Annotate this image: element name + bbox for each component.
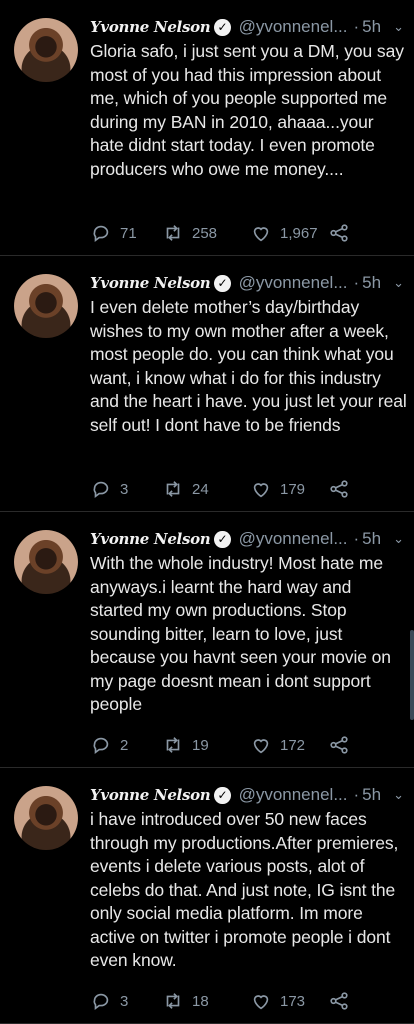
heart-icon (253, 739, 269, 754)
share-button[interactable] (328, 478, 350, 500)
chevron-down-icon[interactable]: ⌄ (393, 531, 404, 547)
like-count: 172 (280, 736, 306, 754)
scrollbar-thumb[interactable] (410, 630, 414, 720)
display-name[interactable]: Yvonne Nelson (90, 530, 211, 548)
heart-icon (253, 995, 269, 1010)
reply-icon (93, 737, 109, 754)
share-icon (330, 224, 348, 242)
retweet-icon (166, 993, 180, 1009)
share-icon (330, 992, 348, 1010)
heart-icon (253, 483, 269, 498)
timestamp[interactable]: 5h (362, 529, 381, 549)
share-button[interactable] (328, 734, 350, 756)
avatar[interactable] (14, 274, 78, 338)
display-name[interactable]: Yvonne Nelson (90, 18, 211, 36)
retweet-count: 18 (192, 992, 209, 1010)
reply-icon (93, 225, 109, 242)
like-count: 173 (280, 992, 306, 1010)
reply-button[interactable]: 2 (90, 734, 128, 756)
reply-count: 3 (120, 992, 129, 1010)
tweet-text: i have introduced over 50 new faces thro… (90, 809, 399, 970)
user-handle[interactable]: @yvonnenel... (239, 17, 348, 37)
avatar[interactable] (14, 530, 78, 594)
timestamp[interactable]: 5h (362, 785, 381, 805)
tweet[interactable]: Yvonne Nelson ✓ @yvonnenel... · 5h ⌄ Wit… (0, 512, 414, 768)
tweet-text: With the whole industry! Most hate me an… (90, 553, 391, 714)
reply-icon (93, 481, 109, 498)
tweet-header: Yvonne Nelson ✓ @yvonnenel... · 5h ⌄ (90, 15, 404, 39)
verified-badge-icon: ✓ (214, 786, 231, 804)
like-button[interactable]: 179 (250, 478, 305, 500)
share-icon (330, 480, 348, 498)
share-button[interactable] (328, 222, 350, 244)
separator: · (353, 273, 360, 292)
tweet-text: Gloria safo, i just sent you a DM, you s… (90, 41, 404, 179)
user-handle[interactable]: @yvonnenel... (239, 785, 348, 805)
reply-button[interactable]: 71 (90, 222, 137, 244)
user-handle[interactable]: @yvonnenel... (239, 529, 348, 549)
reply-count: 2 (120, 736, 129, 754)
tweet-actions: 2 19 172 (90, 734, 390, 758)
tweet-header: Yvonne Nelson ✓ @yvonnenel... · 5h ⌄ (90, 783, 404, 807)
retweet-button[interactable]: 18 (162, 990, 209, 1012)
avatar[interactable] (14, 18, 78, 82)
display-name[interactable]: Yvonne Nelson (90, 274, 211, 292)
tweet-actions: 71 258 1,967 (90, 222, 390, 246)
share-icon (330, 736, 348, 754)
like-button[interactable]: 1,967 (250, 222, 318, 244)
verified-badge-icon: ✓ (214, 274, 231, 292)
timestamp[interactable]: 5h (362, 17, 381, 37)
tweet[interactable]: Yvonne Nelson ✓ @yvonnenel... · 5h ⌄ Glo… (0, 0, 414, 256)
chevron-down-icon[interactable]: ⌄ (393, 19, 404, 35)
retweet-button[interactable]: 24 (162, 478, 209, 500)
reply-button[interactable]: 3 (90, 990, 128, 1012)
verified-badge-icon: ✓ (214, 530, 231, 548)
tweet-header: Yvonne Nelson ✓ @yvonnenel... · 5h ⌄ (90, 527, 404, 551)
heart-icon (253, 227, 269, 242)
verified-badge-icon: ✓ (214, 18, 231, 36)
retweet-button[interactable]: 258 (162, 222, 217, 244)
tweet-actions: 3 24 179 (90, 478, 390, 502)
separator: · (353, 17, 360, 36)
reply-count: 3 (120, 480, 129, 498)
tweet[interactable]: Yvonne Nelson ✓ @yvonnenel... · 5h ⌄ i h… (0, 768, 414, 1024)
retweet-count: 258 (192, 224, 218, 242)
retweet-count: 24 (192, 480, 209, 498)
timeline: Yvonne Nelson ✓ @yvonnenel... · 5h ⌄ Glo… (0, 0, 414, 1024)
separator: · (353, 785, 360, 804)
like-button[interactable]: 172 (250, 734, 305, 756)
retweet-icon (166, 481, 180, 497)
user-handle[interactable]: @yvonnenel... (239, 273, 348, 293)
share-button[interactable] (328, 990, 350, 1012)
separator: · (353, 529, 360, 548)
timestamp[interactable]: 5h (362, 273, 381, 293)
reply-icon (93, 993, 109, 1010)
retweet-icon (166, 737, 180, 753)
display-name[interactable]: Yvonne Nelson (90, 786, 211, 804)
like-button[interactable]: 173 (250, 990, 305, 1012)
tweet-actions: 3 18 173 (90, 990, 390, 1014)
like-count: 179 (280, 480, 306, 498)
reply-count: 71 (120, 224, 137, 242)
chevron-down-icon[interactable]: ⌄ (393, 275, 404, 291)
tweet-header: Yvonne Nelson ✓ @yvonnenel... · 5h ⌄ (90, 271, 404, 295)
tweet-text: I even delete mother’s day/birthday wish… (90, 297, 407, 435)
retweet-count: 19 (192, 736, 209, 754)
like-count: 1,967 (280, 224, 318, 242)
reply-button[interactable]: 3 (90, 478, 128, 500)
avatar[interactable] (14, 786, 78, 850)
retweet-button[interactable]: 19 (162, 734, 209, 756)
chevron-down-icon[interactable]: ⌄ (393, 787, 404, 803)
retweet-icon (166, 225, 180, 241)
tweet[interactable]: Yvonne Nelson ✓ @yvonnenel... · 5h ⌄ I e… (0, 256, 414, 512)
